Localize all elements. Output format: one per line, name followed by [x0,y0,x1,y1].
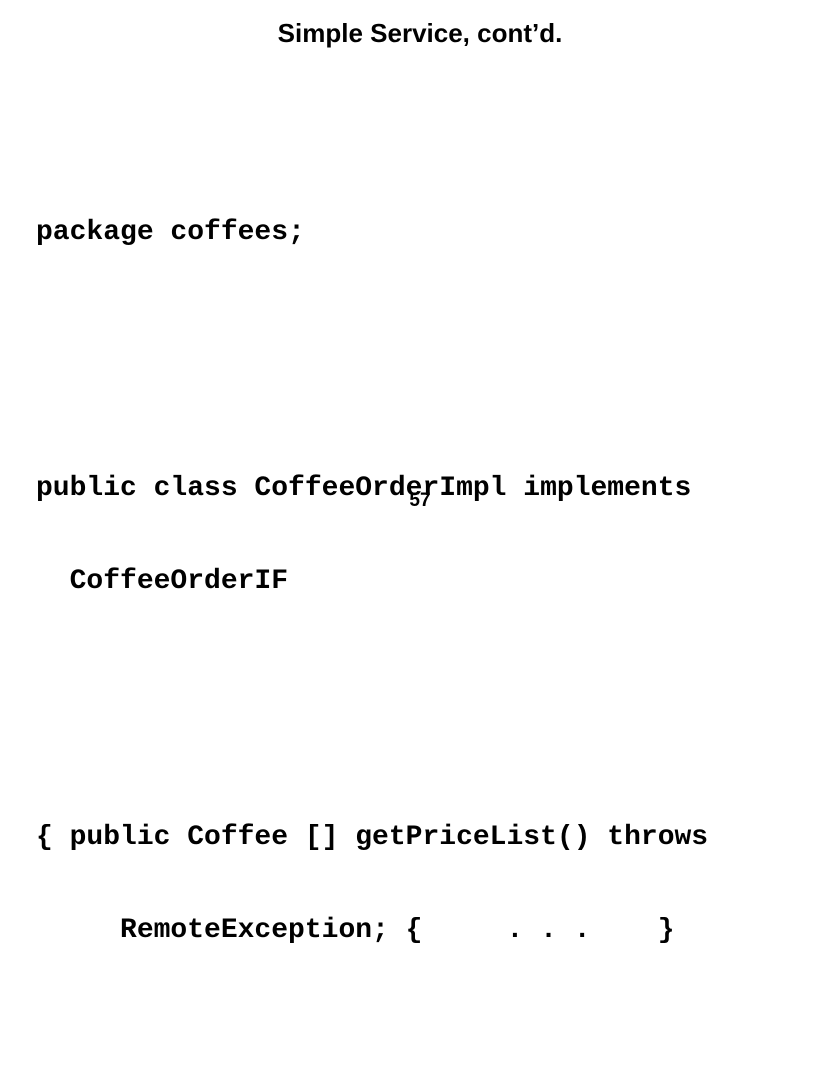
slide-title: Simple Service, cont’d. [277,18,563,48]
code-block-get-price-list-method: { public Coffee [] getPriceList() throws… [36,760,840,1008]
code-line: CoffeeOrderIF [36,566,289,597]
code-line: RemoteException; { . . . } [36,915,675,946]
code-block-package-declaration: package coffees; [36,155,840,310]
page-number: 57 [409,490,431,511]
slide-canvas: Simple Service, cont’d. package coffees;… [0,0,840,946]
code-line: package coffees; [36,217,305,248]
code-listing: package coffees; public class CoffeeOrde… [36,62,840,1080]
code-block-class-declaration: public class CoffeeOrderImpl implements … [36,411,840,659]
code-line: { public Coffee [] getPriceList() throws [36,822,709,853]
